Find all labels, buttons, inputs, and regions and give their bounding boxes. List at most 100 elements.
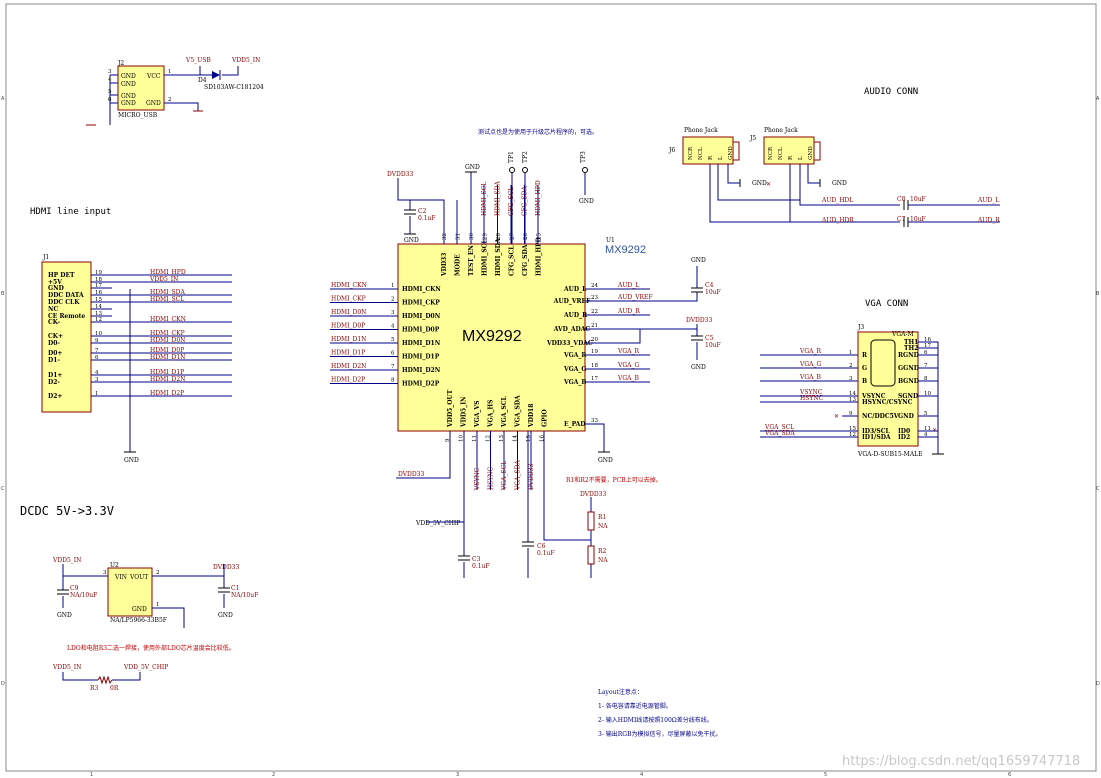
chip-pin-name: MODE xyxy=(455,254,462,276)
nc-x: ✕ xyxy=(932,427,937,434)
border-row-A: A xyxy=(1,96,5,102)
r1r2-note: R1和R2不需要，PCB上可以去掉。 xyxy=(566,476,662,484)
vga-pin-name: B xyxy=(862,378,867,385)
test-points-note: 测试点也是为使用于升级芯片程序的，可选。 xyxy=(478,128,598,136)
border-row-C: C xyxy=(1,486,5,492)
vga-net-label: VGA_SDA xyxy=(764,430,795,437)
gnd-c9: GND xyxy=(57,612,72,619)
chip-pin-number: 30 xyxy=(469,233,475,240)
chip-pin-number: 16 xyxy=(540,435,546,442)
gnd-c5: GND xyxy=(691,364,706,371)
audio-section-title: AUDIO CONN xyxy=(864,87,918,97)
ldo-pin-3: 3 xyxy=(103,570,107,576)
hdmi-net-label: HDMI_D0P xyxy=(150,347,184,354)
vga-pin-name-right: BGND xyxy=(898,378,919,385)
chip-pin-name: VGA_G xyxy=(563,366,587,373)
chip-pin-name: HDMI_D1N xyxy=(402,340,441,347)
chip-pin-number: 7 xyxy=(391,364,395,370)
vga-pin-name-right: TH2 xyxy=(904,345,918,352)
dvdd33-label-ldo: DVDD33 xyxy=(213,564,239,571)
chip-pin-name: VDD18 xyxy=(528,404,535,428)
vga-pin-name-right: ID2 xyxy=(898,434,910,441)
c8-value: 10uF xyxy=(910,196,926,203)
watermark: https://blog.csdn.net/qq1659747718 xyxy=(842,754,1080,769)
chip-net-label: AUD_VREF xyxy=(617,294,653,301)
vga-pin-name: G xyxy=(862,365,867,372)
gnd-hdmi: GND xyxy=(124,457,139,464)
vga-net-label: HSYNC xyxy=(800,395,824,402)
micro-usb-block: J2 VCC GND GND GND GND GND MICRO_USB 3 4… xyxy=(86,57,264,126)
hdmi-net-label: VDD5_IN xyxy=(149,276,178,283)
c7-ref: C7 xyxy=(897,216,906,223)
chip-pin-number: 4 xyxy=(391,324,395,330)
ldo-pin-2: 2 xyxy=(156,570,160,576)
nc-x: ✕ xyxy=(834,413,839,420)
border-col-2: 2 xyxy=(272,772,275,778)
layout-note-1: 1- 各电容请靠近电源管脚。 xyxy=(598,702,672,710)
tp1-label: TP1 xyxy=(508,151,515,163)
border-col-5: 5 xyxy=(824,772,827,778)
aud-r-label: AUD_R xyxy=(977,217,1000,224)
ldo-pin-1: 1 xyxy=(156,602,160,608)
c9-ref: C9 xyxy=(70,585,79,592)
chip-pin-name: GPIO xyxy=(542,409,549,427)
gnd-c4: GND xyxy=(691,257,706,264)
c6-ref: C6 xyxy=(537,543,546,550)
c4-value: 10uF xyxy=(705,289,721,296)
gnd-top: GND xyxy=(465,164,480,171)
chip-pin-number: 24 xyxy=(591,283,598,289)
chip-pin-number: 18 xyxy=(591,363,598,369)
chip-pin-name: VDD5_OUT xyxy=(447,389,454,428)
chip-pin-name: HDMI_D0P xyxy=(402,327,440,334)
audio-wiring: GND GND AUD_HDL AUD_HDR C8 10uF C7 10uF … xyxy=(709,164,1000,227)
gnd-c2: GND xyxy=(404,237,419,244)
chip-pin-name: VGA_HS xyxy=(488,400,495,428)
c5-capacitor: DVDD33 C5 10uF GND xyxy=(585,317,721,371)
vga-pin-name-right: RGND xyxy=(898,352,919,359)
border-row-A-right: A xyxy=(1096,96,1100,102)
chip-net-label: HDMI_SCL xyxy=(481,182,488,216)
chip-pin-name: AUD_L xyxy=(563,286,587,293)
dvdd33-label-right: DVDD33 xyxy=(686,317,712,324)
jack-pin-name: NCR xyxy=(768,146,774,160)
hdmi-net-label: HDMI_D0N xyxy=(150,337,185,344)
hdmi-net-label: HDMI_D2P xyxy=(150,390,184,397)
chip-net-label: HDMI_D2N xyxy=(331,363,366,370)
border-row-B-right: B xyxy=(1096,291,1100,297)
c2-decoupling: DVDD33 C2 0.1uF GND xyxy=(387,171,445,244)
c5-ref: C5 xyxy=(705,335,714,342)
schematic-sheet: 1 2 3 4 5 6 A B C D A B C D J2 VCC GND G… xyxy=(1,3,1100,778)
chip-net-label: VGA_G xyxy=(617,362,639,369)
chip-pin-name: HDMI_D2P xyxy=(402,381,440,388)
hdmi-pin-name: D0+ xyxy=(48,350,62,357)
r1-value: NA xyxy=(598,523,608,530)
hdmi-pin-name: NC xyxy=(48,306,58,313)
c8-ref: C8 xyxy=(897,196,906,203)
chip-net-label: VGA_R xyxy=(617,348,639,355)
j5-ref: J5 xyxy=(749,135,756,142)
hdmi-pin-name: DDC DATA xyxy=(48,292,84,299)
chip-pin-name: HDMI_SCL xyxy=(482,239,489,276)
r2-ref: R2 xyxy=(598,548,607,555)
chip-pin-name: VGA_VS xyxy=(474,401,481,428)
hdmi-net-label: HDMI_D2N xyxy=(150,376,185,383)
layout-note-3: 3- 输出RGB为模拟信号，尽量屏蔽以免干扰。 xyxy=(598,730,721,738)
chip-pin-number: 6 xyxy=(391,351,395,357)
u2-value: NA/LP5966-33B5F xyxy=(110,617,167,624)
gnd-j6: GND xyxy=(752,180,767,187)
dvdd33-label-bottom: DVDD33 xyxy=(398,471,424,478)
chip-bottom-wiring: DVDD33 VDD_5V_CHIP C3 0.1uF C6 0.1uF DVD… xyxy=(396,431,662,578)
usb-pin-4: 4 xyxy=(108,77,112,83)
chip-pin-name: AUD_R xyxy=(563,312,588,319)
d4-value: SD103AW-C181204 xyxy=(204,84,264,91)
chip-net-label: VSYNC xyxy=(474,467,481,491)
border-row-B: B xyxy=(1,291,5,297)
border-row-C-right: C xyxy=(1096,486,1100,492)
chip-pin-number: 23 xyxy=(591,295,598,301)
c9-value: NA/10uF xyxy=(70,592,97,599)
gnd-tp3: GND xyxy=(579,198,594,205)
chip-pin-number: 33 xyxy=(591,418,598,424)
vdd5v-chip-label-r3: VDD_5V_CHIP xyxy=(123,664,168,671)
chip-pin-number: 26 xyxy=(523,233,529,240)
j3-ref: J3 xyxy=(857,324,864,331)
